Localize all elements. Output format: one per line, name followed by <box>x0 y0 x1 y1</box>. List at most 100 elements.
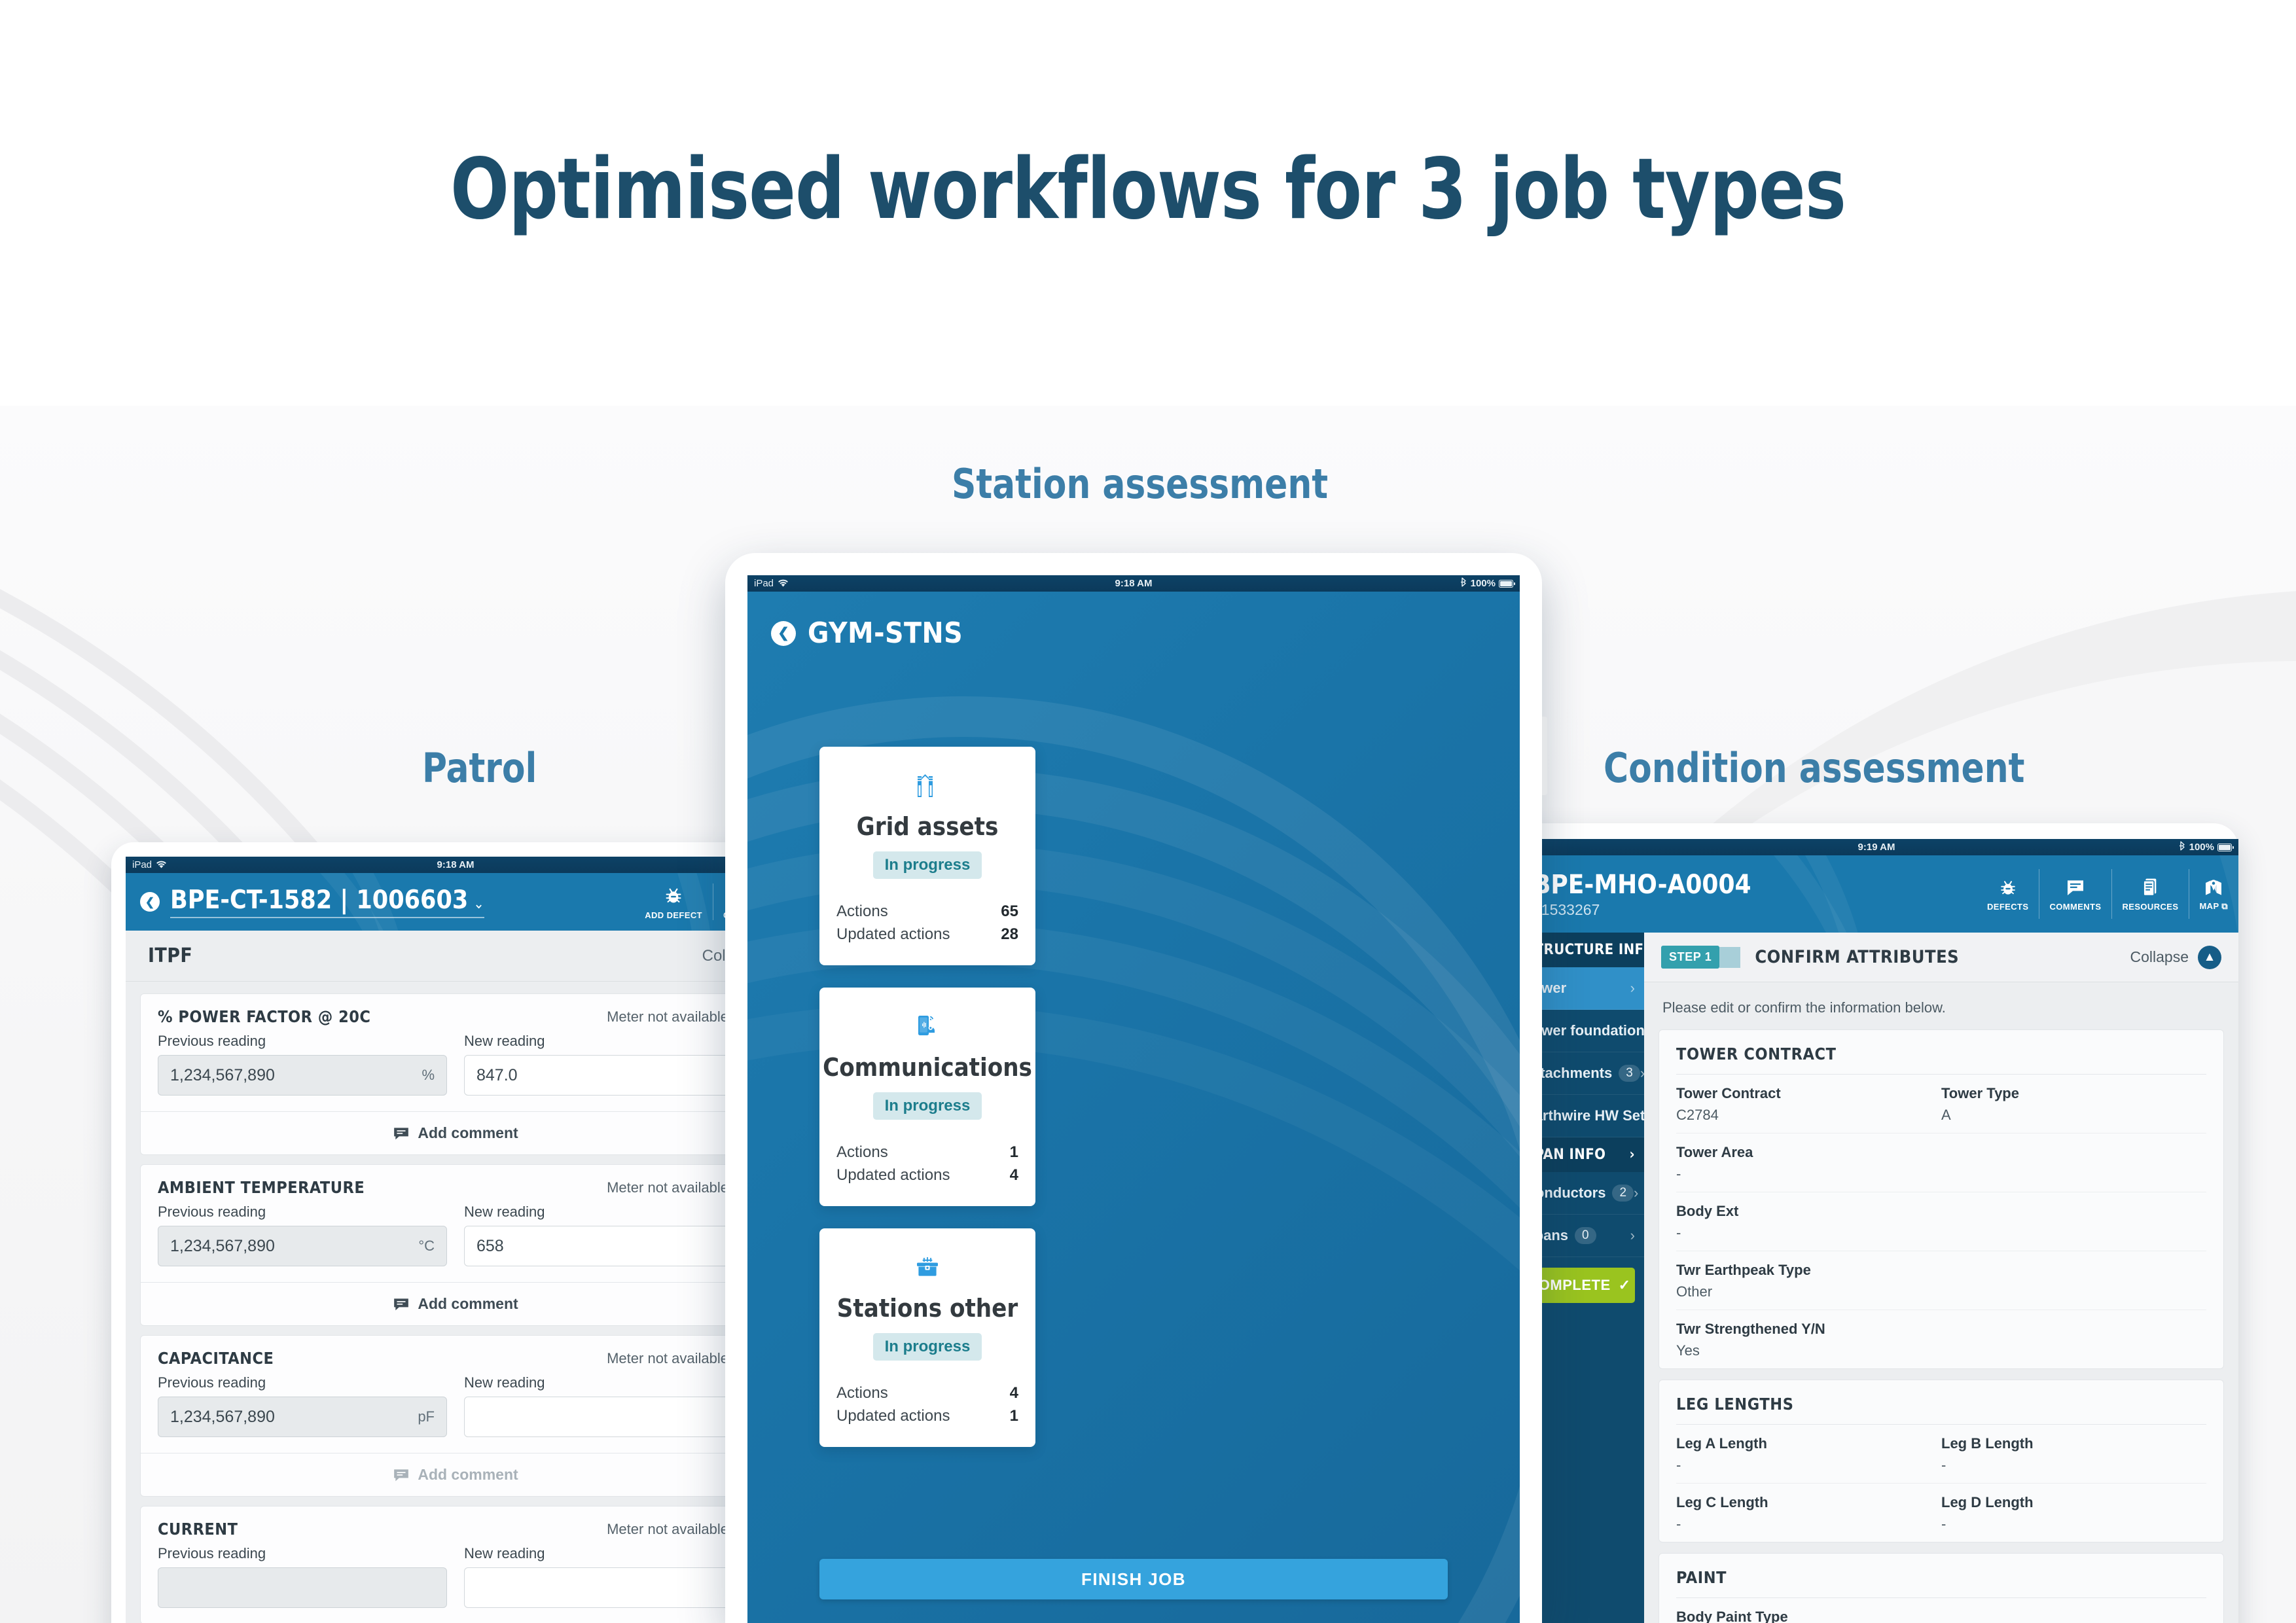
add-defect-button[interactable]: ADD DEFECT <box>634 873 713 931</box>
stat-value: 1 <box>1009 1407 1018 1425</box>
status-bar-time: 9:19 AM <box>1857 842 1895 853</box>
add-comment-button[interactable]: Add comment <box>141 1453 770 1496</box>
station-title: GYM-STNS <box>808 616 963 650</box>
asset-card-name: Grid assets <box>856 812 999 841</box>
attribute-value: Yes <box>1676 1342 1700 1359</box>
patrol-measurement-list: % POWER FACTOR @ 20C Meter not available… <box>126 982 785 1623</box>
attribute-cell: Twr Earthpeak Type Other <box>1676 1262 2206 1300</box>
attribute-card-heading: LEG LENGTHS <box>1676 1380 2206 1425</box>
map-button[interactable]: MAP ⧉ <box>2189 855 2238 933</box>
chevron-right-icon: › <box>1630 1227 1635 1243</box>
new-reading-label: New reading <box>464 1033 545 1049</box>
meter-not-available-label: Meter not available <box>607 1008 728 1025</box>
attribute-row: Leg C Length - Leg D Length - <box>1676 1484 2206 1542</box>
add-comment-button[interactable]: Add comment <box>141 1282 770 1325</box>
asset-card-stations-other[interactable]: Stations other In progress Actions 4 Upd… <box>819 1228 1035 1447</box>
new-reading-group: New reading 847.0 <box>464 1033 753 1096</box>
poster-canvas: Optimised workflows for 3 job types Stat… <box>0 0 2296 1623</box>
comment-icon <box>393 1296 410 1313</box>
comment-icon <box>393 1467 410 1484</box>
measurement-header: AMBIENT TEMPERATURE Meter not available <box>141 1165 770 1197</box>
previous-reading-group: Previous reading 1,234,567,890 pF <box>158 1374 447 1437</box>
meter-not-available-label: Meter not available <box>607 1179 728 1196</box>
attribute-value: - <box>1676 1457 1681 1473</box>
chevron-up-icon: ▲ <box>2198 945 2221 969</box>
condition-screen: 9:19 AM 100% BPE-MHO-A0004 #1533267 DEFE… <box>1515 839 2238 1623</box>
patrol-status-bar: iPad 9:18 AM <box>126 857 785 873</box>
condition-instruction-note: Please edit or confirm the information b… <box>1662 999 1946 1016</box>
measurement-fields: Previous reading 1,234,567,890 % New rea… <box>141 1026 770 1111</box>
status-bar-right: 100% <box>1460 577 1515 590</box>
attribute-cell: Body Paint Type <box>1676 1609 2206 1623</box>
meter-not-available-label: Meter not available <box>607 1520 728 1537</box>
measurement-fields: Previous reading 1,234,567,890 pF New re… <box>141 1368 770 1453</box>
status-badge: In progress <box>872 1333 982 1361</box>
new-reading-input[interactable] <box>464 1397 753 1437</box>
stat-row: Actions 4 <box>836 1384 1018 1402</box>
previous-reading-value: 1,234,567,890 pF <box>158 1397 447 1437</box>
new-reading-group: New reading <box>464 1545 753 1608</box>
attribute-row: Twr Strengthened Y/N Yes <box>1676 1310 2206 1368</box>
check-icon: ✓ <box>1618 1277 1631 1293</box>
attribute-card: LEG LENGTHS Leg A Length - Leg B Length … <box>1659 1380 2224 1543</box>
add-comment-button[interactable]: Add comment <box>141 1111 770 1154</box>
stat-value: 28 <box>1001 925 1018 943</box>
measurement-card: CAPACITANCE Meter not available Previous… <box>140 1335 771 1497</box>
previous-reading-text: 1,234,567,890 <box>170 1065 275 1084</box>
asset-card-stats: Actions 65 Updated actions 28 <box>836 902 1018 948</box>
asset-card-communications[interactable]: Communications In progress Actions 1 Upd… <box>819 988 1035 1206</box>
attribute-key: Leg C Length <box>1676 1494 1768 1510</box>
stat-label: Actions <box>836 1384 888 1402</box>
previous-reading-group: Previous reading 1,234,567,890 °C <box>158 1204 447 1266</box>
sidebar-item-count: 0 <box>1575 1227 1596 1244</box>
new-reading-label: New reading <box>464 1374 545 1391</box>
asset-card-grid-assets[interactable]: Grid assets In progress Actions 65 Updat… <box>819 747 1035 965</box>
defects-button[interactable]: DEFECTS <box>1977 855 2039 933</box>
attribute-card: TOWER CONTRACT Tower Contract C2784 Towe… <box>1659 1029 2224 1369</box>
measurement-name: CAPACITANCE <box>158 1349 274 1368</box>
step-collapse-toggle[interactable]: Collapse ▲ <box>2130 945 2221 969</box>
sidebar-section-label: STRUCTURE INFO <box>1525 942 1644 958</box>
new-reading-input[interactable]: 847.0 <box>464 1055 753 1096</box>
section-label-station: Station assessment <box>952 460 1329 508</box>
chevron-right-icon: › <box>1634 1185 1639 1201</box>
stat-label: Actions <box>836 902 888 920</box>
comments-button[interactable]: COMMENTS <box>2039 855 2111 933</box>
new-reading-input[interactable]: 658 <box>464 1226 753 1266</box>
stat-value: 65 <box>1001 902 1018 920</box>
step-title: CONFIRM ATTRIBUTES <box>1755 947 1960 967</box>
attribute-key: Leg B Length <box>1941 1435 2034 1452</box>
comment-icon <box>393 1125 410 1142</box>
back-button[interactable]: ❮ <box>771 620 796 646</box>
step-badge-tail <box>1719 946 1741 968</box>
comments-label: COMMENTS <box>2049 901 2102 912</box>
add-comment-label: Add comment <box>418 1295 518 1312</box>
previous-reading-label: Previous reading <box>158 1204 266 1220</box>
new-reading-group: New reading 658 <box>464 1204 753 1266</box>
stat-row: Updated actions 1 <box>836 1407 1018 1425</box>
grid-assets-icon <box>910 766 944 804</box>
patrol-subheader-title: ITPF <box>148 944 193 967</box>
bluetooth-icon <box>2179 841 2186 853</box>
stat-value: 1 <box>1009 1143 1018 1161</box>
measurement-name: AMBIENT TEMPERATURE <box>158 1178 365 1197</box>
condition-attributes-scroll[interactable]: Please edit or confirm the information b… <box>1644 982 2238 1623</box>
attribute-row: Leg A Length - Leg B Length - <box>1676 1425 2206 1484</box>
new-reading-input[interactable] <box>464 1567 753 1608</box>
condition-main-panel: STEP 1 CONFIRM ATTRIBUTES Collapse ▲ Ple… <box>1644 933 2238 1623</box>
station-screen: iPad 9:18 AM 100% ❮ GYM-STNS Grid assets… <box>747 575 1520 1623</box>
previous-reading-unit: % <box>422 1067 435 1083</box>
meter-not-available-label: Meter not available <box>607 1349 728 1366</box>
attribute-cell: Leg A Length - <box>1676 1435 1941 1474</box>
patrol-app-header: ❮ BPE-CT-1582 | 1006603⌄ ADD DEFECT COMM… <box>126 873 785 931</box>
attribute-cell: Leg C Length - <box>1676 1494 1941 1533</box>
step-badge: STEP 1 <box>1661 946 1720 969</box>
asset-card-stats: Actions 4 Updated actions 1 <box>836 1384 1018 1430</box>
finish-job-button[interactable]: FINISH JOB <box>819 1559 1448 1599</box>
chevron-right-icon: › <box>1630 980 1635 996</box>
toolbox-icon <box>910 1248 944 1286</box>
chevron-right-icon: › <box>1629 1147 1635 1163</box>
resources-button[interactable]: RESOURCES <box>2111 855 2189 933</box>
previous-reading-text: 1,234,567,890 <box>170 1236 275 1255</box>
attribute-key: Tower Area <box>1676 1144 1753 1160</box>
